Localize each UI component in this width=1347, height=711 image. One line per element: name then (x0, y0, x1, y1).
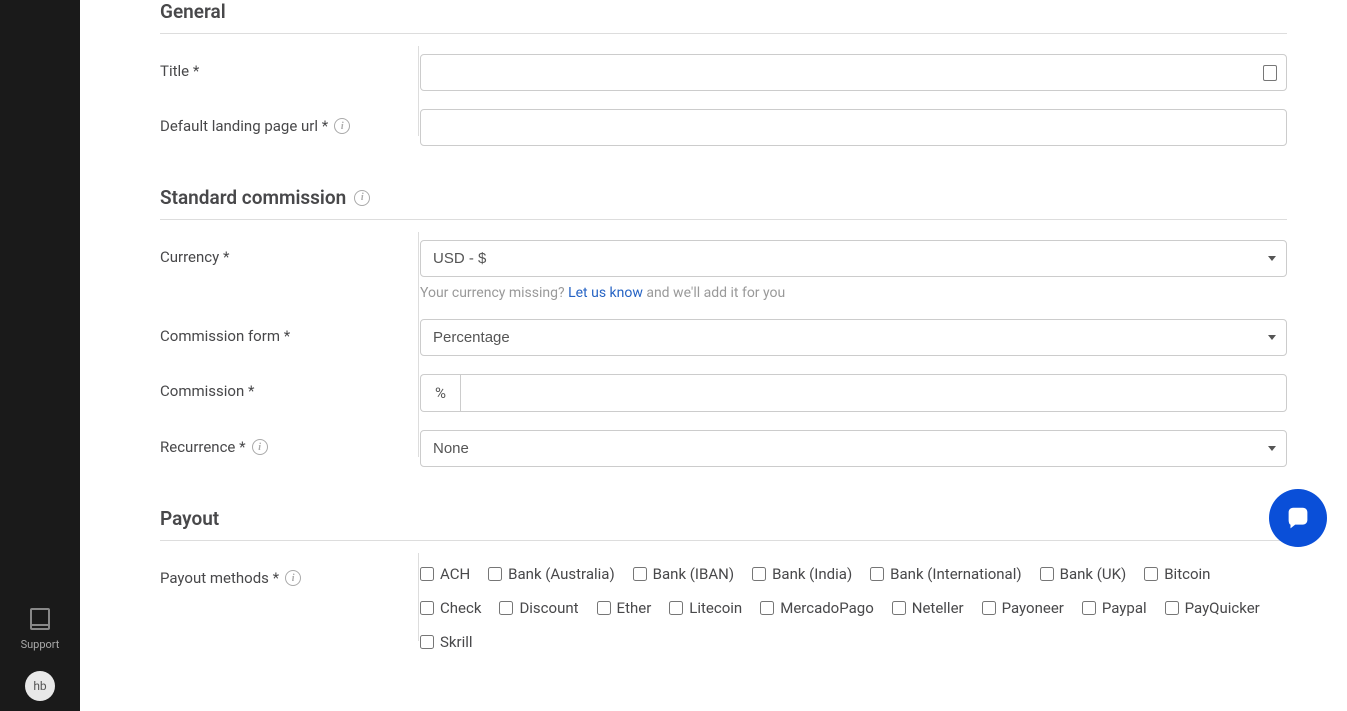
payout-method-item[interactable]: MercadoPago (760, 599, 874, 617)
payout-method-label: Neteller (912, 599, 964, 617)
payout-method-checkbox[interactable] (488, 567, 502, 581)
payout-method-checkbox[interactable] (669, 601, 683, 615)
let-us-know-link[interactable]: Let us know (568, 285, 643, 301)
payout-method-item[interactable]: Neteller (892, 599, 964, 617)
payout-method-label: Check (440, 599, 481, 617)
commission-form-select[interactable]: Percentage (420, 319, 1287, 356)
label-recurrence: Recurrence * (160, 438, 246, 456)
payout-method-label: Discount (519, 599, 578, 617)
row-currency: Currency * USD - $ Your currency missing… (160, 240, 1287, 301)
payout-method-checkbox[interactable] (752, 567, 766, 581)
payout-method-label: Paypal (1102, 599, 1147, 617)
row-payout-methods: Payout methods * i ACH Bank (Australia) Ba… (160, 561, 1287, 651)
section-heading-commission: Standard commission (160, 186, 346, 209)
sidebar: Support hb (0, 0, 80, 711)
row-commission: Commission * % (160, 374, 1287, 412)
payout-method-label: PayQuicker (1185, 599, 1260, 617)
divider (160, 540, 1287, 541)
payout-method-item[interactable]: Bank (UK) (1040, 565, 1127, 583)
info-icon[interactable]: i (252, 439, 268, 455)
payout-method-item[interactable]: Bank (IBAN) (633, 565, 734, 583)
section-heading-general: General (160, 0, 1287, 23)
chat-widget-button[interactable] (1269, 489, 1327, 547)
section-heading-payout: Payout (160, 507, 1287, 530)
payout-methods-group: ACH Bank (Australia) Bank (IBAN) Bank (Indi… (420, 561, 1287, 651)
landing-url-input[interactable] (420, 109, 1287, 146)
payout-method-checkbox[interactable] (633, 567, 647, 581)
section-commission: Standard commission i Currency * USD - $… (160, 186, 1287, 467)
recurrence-select[interactable]: None (420, 430, 1287, 467)
payout-method-label: Bitcoin (1164, 565, 1210, 583)
avatar-initials: hb (33, 679, 46, 693)
sidebar-support-item[interactable]: Support (21, 608, 60, 651)
payout-method-checkbox[interactable] (760, 601, 774, 615)
section-general: General Title * Default landing page url… (160, 0, 1287, 146)
payout-method-checkbox[interactable] (892, 601, 906, 615)
info-icon[interactable]: i (354, 190, 370, 206)
payout-method-label: Ether (617, 599, 652, 617)
info-icon[interactable]: i (334, 118, 350, 134)
book-icon (30, 608, 50, 630)
payout-method-label: Bank (IBAN) (653, 565, 734, 583)
section-payout: Payout Payout methods * i ACH Bank (Austr… (160, 507, 1287, 651)
payout-method-checkbox[interactable] (1144, 567, 1158, 581)
avatar[interactable]: hb (25, 671, 55, 701)
payout-method-checkbox[interactable] (982, 601, 996, 615)
payout-method-label: Bank (UK) (1060, 565, 1127, 583)
payout-method-item[interactable]: PayQuicker (1165, 599, 1260, 617)
row-recurrence: Recurrence * i None (160, 430, 1287, 467)
payout-method-checkbox[interactable] (1082, 601, 1096, 615)
payout-method-item[interactable]: Ether (597, 599, 652, 617)
payout-method-checkbox[interactable] (420, 635, 434, 649)
payout-method-label: Litecoin (689, 599, 742, 617)
payout-method-item[interactable]: Discount (499, 599, 578, 617)
payout-method-item[interactable]: Bank (International) (870, 565, 1021, 583)
label-commission-form: Commission form * (160, 319, 420, 345)
payout-method-checkbox[interactable] (420, 601, 434, 615)
chat-icon (1283, 503, 1313, 533)
currency-select[interactable]: USD - $ (420, 240, 1287, 277)
row-landing-url: Default landing page url * i (160, 109, 1287, 146)
payout-method-checkbox[interactable] (420, 567, 434, 581)
label-payout-methods: Payout methods * (160, 569, 279, 587)
payout-method-item[interactable]: ACH (420, 565, 470, 583)
payout-method-label: ACH (440, 565, 470, 583)
commission-input[interactable] (460, 374, 1287, 412)
payout-method-item[interactable]: Skrill (420, 633, 473, 651)
payout-method-checkbox[interactable] (870, 567, 884, 581)
info-icon[interactable]: i (285, 570, 301, 586)
payout-method-checkbox[interactable] (1040, 567, 1054, 581)
payout-method-label: Bank (India) (772, 565, 852, 583)
label-landing-url: Default landing page url * (160, 117, 328, 135)
divider (160, 33, 1287, 34)
payout-method-label: MercadoPago (780, 599, 874, 617)
row-title: Title * (160, 54, 1287, 91)
row-commission-form: Commission form * Percentage (160, 319, 1287, 356)
payout-method-item[interactable]: Bitcoin (1144, 565, 1210, 583)
payout-method-item[interactable]: Litecoin (669, 599, 742, 617)
payout-method-checkbox[interactable] (1165, 601, 1179, 615)
support-label: Support (21, 638, 60, 651)
currency-help-text: Your currency missing? Let us know and w… (420, 285, 1287, 301)
payout-method-item[interactable]: Paypal (1082, 599, 1147, 617)
main-content: General Title * Default landing page url… (80, 0, 1347, 711)
payout-method-checkbox[interactable] (597, 601, 611, 615)
payout-method-checkbox[interactable] (499, 601, 513, 615)
payout-method-label: Payoneer (1002, 599, 1064, 617)
payout-method-label: Bank (International) (890, 565, 1021, 583)
title-input[interactable] (420, 54, 1287, 91)
label-commission: Commission * (160, 374, 420, 400)
label-currency: Currency * (160, 240, 420, 266)
payout-method-label: Bank (Australia) (508, 565, 615, 583)
payout-method-item[interactable]: Payoneer (982, 599, 1064, 617)
payout-method-label: Skrill (440, 633, 473, 651)
commission-addon: % (420, 374, 460, 412)
payout-method-item[interactable]: Check (420, 599, 481, 617)
label-title: Title * (160, 54, 420, 80)
divider (160, 219, 1287, 220)
payout-method-item[interactable]: Bank (India) (752, 565, 852, 583)
payout-method-item[interactable]: Bank (Australia) (488, 565, 615, 583)
contact-card-icon (1263, 65, 1277, 81)
